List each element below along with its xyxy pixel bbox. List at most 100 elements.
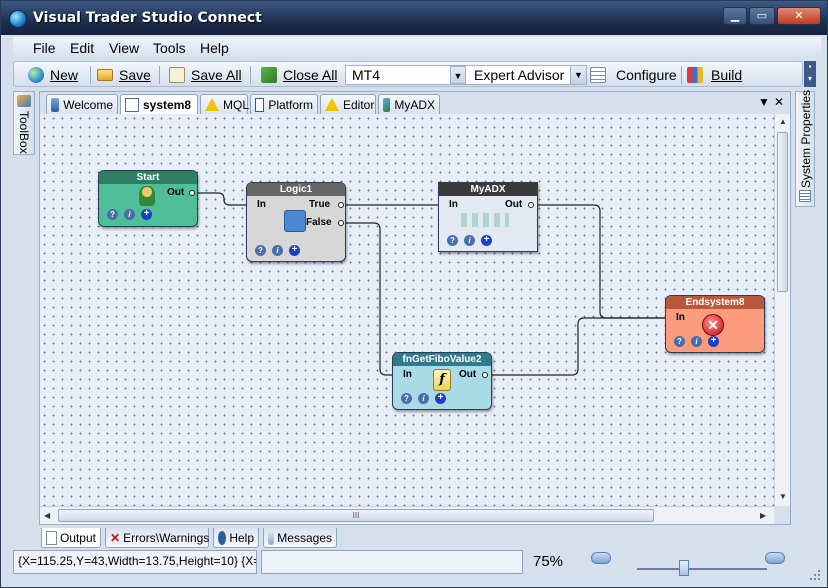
minimize-button[interactable]: ▁	[723, 7, 747, 25]
system-type-select[interactable]: Expert Advisor ▼	[465, 65, 587, 85]
app-window: Visual Trader Studio Connect ▁ ▭ ✕ File …	[0, 0, 828, 588]
warning-icon	[205, 98, 219, 111]
out-pin[interactable]	[528, 202, 534, 208]
maximize-button[interactable]: ▭	[749, 7, 775, 25]
toolbox-panel-tab[interactable]: ToolBox	[13, 91, 35, 155]
add-icon[interactable]: +	[141, 209, 152, 220]
system-canvas[interactable]: Start Out ? i + Logic1 In True False ? i…	[40, 114, 774, 506]
connector-start-logic	[192, 192, 247, 206]
tab-output[interactable]: Output	[41, 528, 101, 548]
add-icon[interactable]: +	[289, 245, 300, 256]
out-pin[interactable]	[482, 372, 488, 378]
help-icon[interactable]: ?	[107, 209, 118, 220]
messages-icon	[268, 530, 275, 545]
tab-errors-warnings[interactable]: ✕ Errors\Warnings	[105, 528, 209, 548]
save-all-label: Save All	[191, 67, 242, 83]
new-label: New	[50, 67, 79, 83]
status-bar: {X=115.25,Y=43,Width=13.75,Height=10} {X…	[11, 550, 821, 580]
toolbar-divider	[159, 66, 160, 84]
indicator-icon	[383, 97, 391, 112]
tab-messages[interactable]: Messages	[263, 528, 337, 548]
help-icon[interactable]: ?	[447, 235, 458, 246]
document-icon	[169, 67, 185, 83]
info-icon[interactable]: i	[124, 209, 135, 220]
scroll-right-icon[interactable]: ▶	[760, 511, 766, 520]
zoom-in-button[interactable]	[765, 552, 785, 564]
build-button[interactable]: Build	[687, 65, 742, 85]
toolbar-divider	[90, 66, 91, 84]
tab-welcome[interactable]: Welcome	[46, 94, 118, 114]
save-button[interactable]: Save	[97, 65, 151, 85]
tab-system8[interactable]: system8	[120, 94, 198, 115]
close-all-button[interactable]: Close All	[261, 65, 337, 85]
tab-myadx[interactable]: MyADX	[378, 94, 440, 114]
logic-node[interactable]: Logic1 In True False ? i +	[246, 182, 346, 262]
function-icon: f	[433, 369, 451, 391]
help-icon[interactable]: ?	[674, 336, 685, 347]
menu-tools[interactable]: Tools	[153, 40, 186, 56]
chevron-down-icon[interactable]: ▼	[570, 66, 586, 84]
info-icon[interactable]: i	[272, 245, 283, 256]
save-all-button[interactable]: Save All	[169, 65, 242, 85]
fibo-node[interactable]: fnGetFiboValue2 In Out f ? i +	[392, 352, 492, 410]
new-button[interactable]: New	[28, 65, 78, 85]
close-all-label: Close All	[283, 67, 338, 83]
menu-file[interactable]: File	[33, 40, 56, 56]
info-icon[interactable]: i	[691, 336, 702, 347]
toolbar-overflow-button[interactable]: ▪ ▾	[804, 61, 816, 87]
platform-select[interactable]: MT4	[345, 65, 467, 85]
build-icon	[687, 67, 703, 83]
help-icon[interactable]: ?	[255, 245, 266, 256]
port-out-label: Out	[459, 369, 477, 380]
myadx-node[interactable]: MyADX In Out ? i +	[438, 182, 538, 252]
scroll-left-icon[interactable]: ◀	[44, 511, 50, 520]
add-icon[interactable]: +	[435, 393, 446, 404]
zoom-slider-track[interactable]	[637, 568, 767, 570]
info-icon[interactable]: i	[464, 235, 475, 246]
selection-coordinates: {X=115.25,Y=43,Width=13.75,Height=10} {X…	[13, 550, 257, 574]
resize-grip-icon[interactable]	[809, 569, 821, 581]
start-node[interactable]: Start Out ? i +	[98, 170, 198, 227]
tab-editor[interactable]: Editor	[320, 94, 376, 114]
help-icon[interactable]: ?	[401, 393, 412, 404]
close-button[interactable]: ✕	[777, 7, 821, 25]
zoom-slider-thumb[interactable]	[679, 560, 689, 576]
false-pin[interactable]	[338, 220, 344, 226]
menu-help[interactable]: Help	[200, 40, 229, 56]
horizontal-scrollbar[interactable]: ◀ III ▶	[40, 506, 774, 524]
tab-list-button[interactable]: ▼	[758, 95, 770, 109]
out-pin[interactable]	[189, 190, 195, 196]
close-tab-button[interactable]: ✕	[774, 95, 784, 109]
globe-icon	[28, 67, 44, 83]
chevron-down-icon[interactable]: ▼	[450, 66, 466, 84]
error-icon: ✕	[110, 530, 121, 545]
port-in-label: In	[676, 312, 685, 323]
scroll-thumb[interactable]	[777, 132, 788, 292]
output-icon	[46, 530, 57, 545]
tab-help[interactable]: Help	[213, 528, 259, 548]
connector-fibo-end	[489, 317, 666, 376]
configure-button[interactable]: Configure	[590, 65, 677, 85]
tab-platform[interactable]: Platform	[250, 94, 318, 114]
tab-label: Welcome	[63, 97, 113, 112]
menu-edit[interactable]: Edit	[70, 40, 94, 56]
configure-label: Configure	[616, 67, 677, 83]
close-all-icon	[261, 67, 277, 83]
tab-mql[interactable]: MQL	[200, 94, 249, 114]
scroll-up-icon[interactable]: ▲	[779, 117, 787, 126]
tab-label: MyADX	[394, 97, 435, 112]
info-icon[interactable]: i	[418, 393, 429, 404]
vertical-scrollbar[interactable]: ▲ ▼	[774, 114, 790, 506]
title-bar[interactable]: Visual Trader Studio Connect ▁ ▭ ✕	[1, 1, 827, 35]
scroll-thumb[interactable]: III	[58, 509, 654, 522]
system-properties-panel-tab[interactable]: System Properties	[795, 90, 815, 207]
true-pin[interactable]	[338, 202, 344, 208]
menu-view[interactable]: View	[109, 40, 139, 56]
end-node[interactable]: Endsystem8 In ✕ ? i +	[665, 295, 765, 353]
scroll-down-icon[interactable]: ▼	[779, 492, 787, 501]
add-icon[interactable]: +	[708, 336, 719, 347]
toolbox-label: ToolBox	[17, 111, 31, 154]
zoom-out-button[interactable]	[591, 552, 611, 564]
toolbar-divider	[681, 66, 682, 84]
add-icon[interactable]: +	[481, 235, 492, 246]
